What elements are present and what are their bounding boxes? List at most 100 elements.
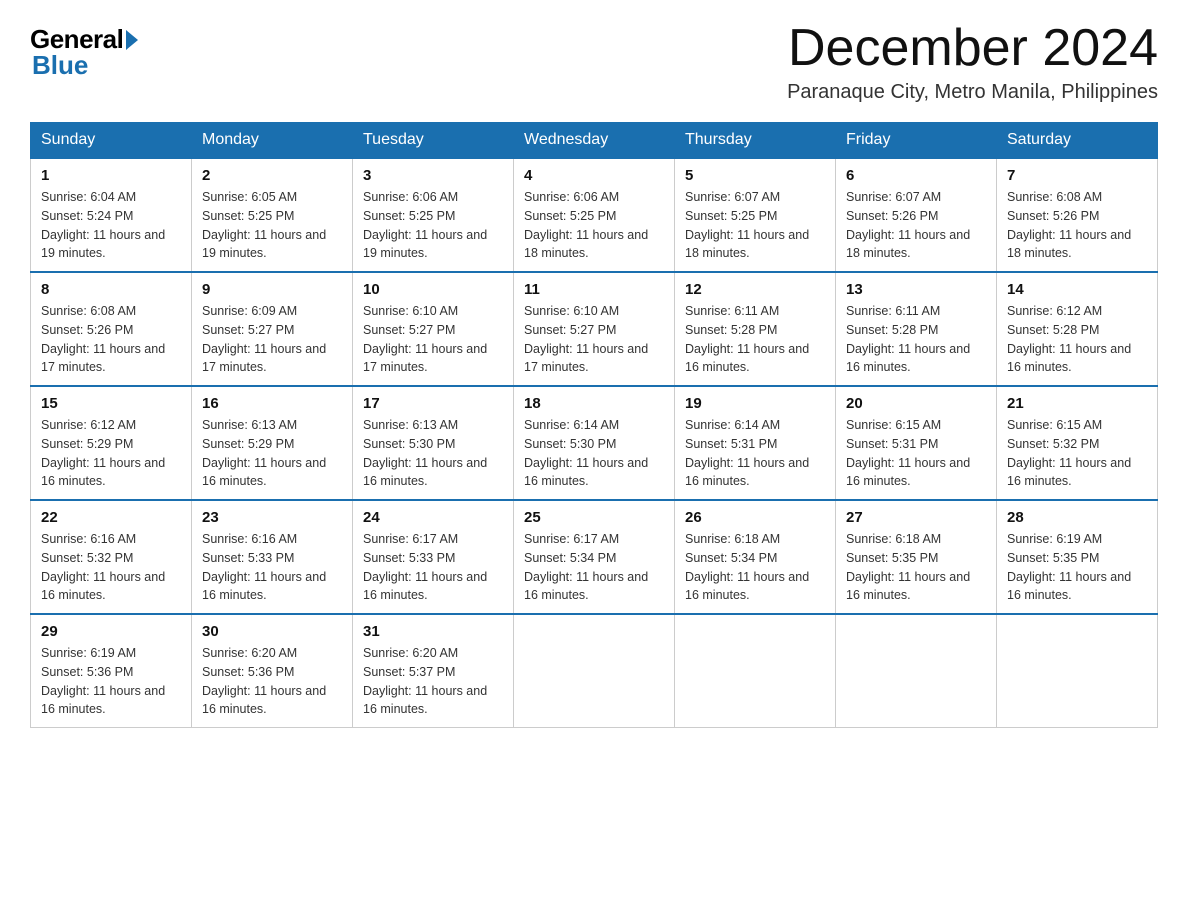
day-info: Sunrise: 6:20 AMSunset: 5:37 PMDaylight:…	[363, 646, 487, 716]
day-number: 8	[41, 281, 181, 298]
day-number: 17	[363, 395, 503, 412]
day-info: Sunrise: 6:05 AMSunset: 5:25 PMDaylight:…	[202, 190, 326, 260]
day-info: Sunrise: 6:12 AMSunset: 5:28 PMDaylight:…	[1007, 304, 1131, 374]
day-info: Sunrise: 6:14 AMSunset: 5:30 PMDaylight:…	[524, 418, 648, 488]
day-info: Sunrise: 6:12 AMSunset: 5:29 PMDaylight:…	[41, 418, 165, 488]
day-number: 13	[846, 281, 986, 298]
calendar-header-row: SundayMondayTuesdayWednesdayThursdayFrid…	[31, 123, 1158, 159]
day-number: 12	[685, 281, 825, 298]
calendar-cell	[836, 614, 997, 728]
day-number: 6	[846, 167, 986, 184]
calendar-cell: 29 Sunrise: 6:19 AMSunset: 5:36 PMDaylig…	[31, 614, 192, 728]
day-number: 21	[1007, 395, 1147, 412]
day-info: Sunrise: 6:11 AMSunset: 5:28 PMDaylight:…	[685, 304, 809, 374]
day-number: 23	[202, 509, 342, 526]
day-number: 22	[41, 509, 181, 526]
day-number: 15	[41, 395, 181, 412]
day-number: 4	[524, 167, 664, 184]
day-info: Sunrise: 6:15 AMSunset: 5:31 PMDaylight:…	[846, 418, 970, 488]
day-info: Sunrise: 6:07 AMSunset: 5:25 PMDaylight:…	[685, 190, 809, 260]
calendar-cell: 18 Sunrise: 6:14 AMSunset: 5:30 PMDaylig…	[514, 386, 675, 500]
day-info: Sunrise: 6:04 AMSunset: 5:24 PMDaylight:…	[41, 190, 165, 260]
day-number: 5	[685, 167, 825, 184]
day-number: 3	[363, 167, 503, 184]
calendar-cell: 30 Sunrise: 6:20 AMSunset: 5:36 PMDaylig…	[192, 614, 353, 728]
day-info: Sunrise: 6:08 AMSunset: 5:26 PMDaylight:…	[41, 304, 165, 374]
day-info: Sunrise: 6:13 AMSunset: 5:29 PMDaylight:…	[202, 418, 326, 488]
day-number: 14	[1007, 281, 1147, 298]
day-number: 16	[202, 395, 342, 412]
calendar-cell: 6 Sunrise: 6:07 AMSunset: 5:26 PMDayligh…	[836, 158, 997, 272]
day-info: Sunrise: 6:10 AMSunset: 5:27 PMDaylight:…	[524, 304, 648, 374]
month-year-title: December 2024	[787, 20, 1158, 77]
calendar-cell: 1 Sunrise: 6:04 AMSunset: 5:24 PMDayligh…	[31, 158, 192, 272]
col-header-thursday: Thursday	[675, 123, 836, 159]
calendar-cell: 17 Sunrise: 6:13 AMSunset: 5:30 PMDaylig…	[353, 386, 514, 500]
day-info: Sunrise: 6:16 AMSunset: 5:32 PMDaylight:…	[41, 532, 165, 602]
day-info: Sunrise: 6:20 AMSunset: 5:36 PMDaylight:…	[202, 646, 326, 716]
day-info: Sunrise: 6:18 AMSunset: 5:35 PMDaylight:…	[846, 532, 970, 602]
title-area: December 2024 Paranaque City, Metro Mani…	[787, 20, 1158, 104]
page-header: General Blue December 2024 Paranaque Cit…	[30, 20, 1158, 104]
calendar-week-row: 1 Sunrise: 6:04 AMSunset: 5:24 PMDayligh…	[31, 158, 1158, 272]
logo: General Blue	[30, 26, 138, 81]
day-number: 30	[202, 623, 342, 640]
logo-arrow-icon	[126, 30, 138, 50]
day-info: Sunrise: 6:10 AMSunset: 5:27 PMDaylight:…	[363, 304, 487, 374]
day-number: 29	[41, 623, 181, 640]
calendar-cell: 7 Sunrise: 6:08 AMSunset: 5:26 PMDayligh…	[997, 158, 1158, 272]
day-number: 24	[363, 509, 503, 526]
day-number: 11	[524, 281, 664, 298]
day-info: Sunrise: 6:16 AMSunset: 5:33 PMDaylight:…	[202, 532, 326, 602]
day-number: 20	[846, 395, 986, 412]
day-info: Sunrise: 6:17 AMSunset: 5:34 PMDaylight:…	[524, 532, 648, 602]
day-info: Sunrise: 6:18 AMSunset: 5:34 PMDaylight:…	[685, 532, 809, 602]
calendar-cell: 13 Sunrise: 6:11 AMSunset: 5:28 PMDaylig…	[836, 272, 997, 386]
calendar-cell	[997, 614, 1158, 728]
day-info: Sunrise: 6:17 AMSunset: 5:33 PMDaylight:…	[363, 532, 487, 602]
calendar-week-row: 8 Sunrise: 6:08 AMSunset: 5:26 PMDayligh…	[31, 272, 1158, 386]
day-number: 1	[41, 167, 181, 184]
calendar-cell	[514, 614, 675, 728]
col-header-tuesday: Tuesday	[353, 123, 514, 159]
calendar-cell	[675, 614, 836, 728]
calendar-cell: 8 Sunrise: 6:08 AMSunset: 5:26 PMDayligh…	[31, 272, 192, 386]
calendar-cell: 27 Sunrise: 6:18 AMSunset: 5:35 PMDaylig…	[836, 500, 997, 614]
calendar-cell: 25 Sunrise: 6:17 AMSunset: 5:34 PMDaylig…	[514, 500, 675, 614]
day-info: Sunrise: 6:08 AMSunset: 5:26 PMDaylight:…	[1007, 190, 1131, 260]
day-info: Sunrise: 6:09 AMSunset: 5:27 PMDaylight:…	[202, 304, 326, 374]
calendar-cell: 15 Sunrise: 6:12 AMSunset: 5:29 PMDaylig…	[31, 386, 192, 500]
day-number: 10	[363, 281, 503, 298]
day-info: Sunrise: 6:15 AMSunset: 5:32 PMDaylight:…	[1007, 418, 1131, 488]
calendar-cell: 28 Sunrise: 6:19 AMSunset: 5:35 PMDaylig…	[997, 500, 1158, 614]
day-info: Sunrise: 6:07 AMSunset: 5:26 PMDaylight:…	[846, 190, 970, 260]
day-number: 2	[202, 167, 342, 184]
calendar-cell: 4 Sunrise: 6:06 AMSunset: 5:25 PMDayligh…	[514, 158, 675, 272]
logo-general-text: General	[30, 26, 123, 52]
day-number: 31	[363, 623, 503, 640]
col-header-monday: Monday	[192, 123, 353, 159]
calendar-cell: 14 Sunrise: 6:12 AMSunset: 5:28 PMDaylig…	[997, 272, 1158, 386]
day-number: 7	[1007, 167, 1147, 184]
calendar-cell: 20 Sunrise: 6:15 AMSunset: 5:31 PMDaylig…	[836, 386, 997, 500]
calendar-week-row: 15 Sunrise: 6:12 AMSunset: 5:29 PMDaylig…	[31, 386, 1158, 500]
calendar-cell: 10 Sunrise: 6:10 AMSunset: 5:27 PMDaylig…	[353, 272, 514, 386]
calendar-cell: 5 Sunrise: 6:07 AMSunset: 5:25 PMDayligh…	[675, 158, 836, 272]
day-number: 28	[1007, 509, 1147, 526]
calendar-week-row: 22 Sunrise: 6:16 AMSunset: 5:32 PMDaylig…	[31, 500, 1158, 614]
calendar-week-row: 29 Sunrise: 6:19 AMSunset: 5:36 PMDaylig…	[31, 614, 1158, 728]
location-subtitle: Paranaque City, Metro Manila, Philippine…	[787, 81, 1158, 104]
col-header-friday: Friday	[836, 123, 997, 159]
calendar-cell: 24 Sunrise: 6:17 AMSunset: 5:33 PMDaylig…	[353, 500, 514, 614]
col-header-saturday: Saturday	[997, 123, 1158, 159]
calendar-cell: 21 Sunrise: 6:15 AMSunset: 5:32 PMDaylig…	[997, 386, 1158, 500]
calendar-cell: 9 Sunrise: 6:09 AMSunset: 5:27 PMDayligh…	[192, 272, 353, 386]
col-header-wednesday: Wednesday	[514, 123, 675, 159]
day-number: 9	[202, 281, 342, 298]
day-info: Sunrise: 6:14 AMSunset: 5:31 PMDaylight:…	[685, 418, 809, 488]
logo-blue-text: Blue	[32, 50, 88, 81]
day-number: 27	[846, 509, 986, 526]
calendar-cell: 12 Sunrise: 6:11 AMSunset: 5:28 PMDaylig…	[675, 272, 836, 386]
calendar-cell: 26 Sunrise: 6:18 AMSunset: 5:34 PMDaylig…	[675, 500, 836, 614]
calendar-cell: 16 Sunrise: 6:13 AMSunset: 5:29 PMDaylig…	[192, 386, 353, 500]
